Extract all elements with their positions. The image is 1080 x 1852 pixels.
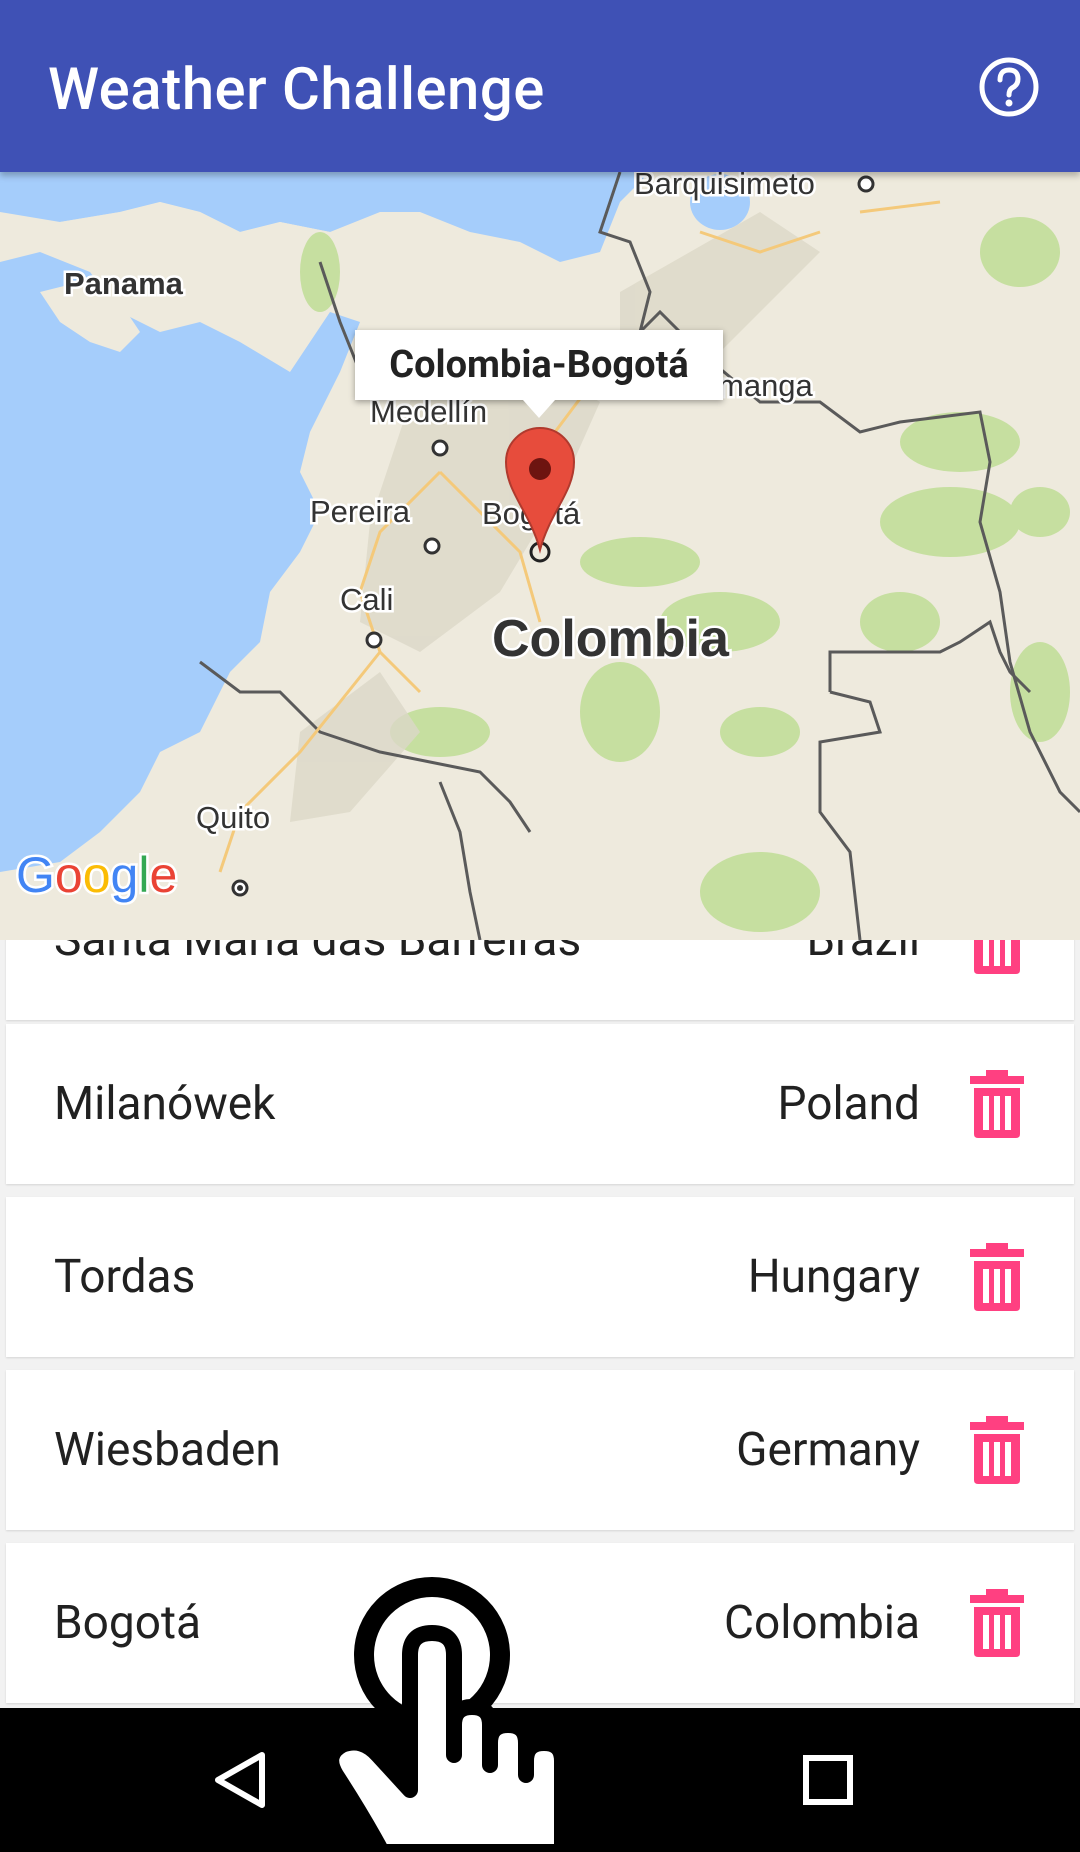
back-button[interactable] (140, 1708, 340, 1852)
map-label-pereira: Pereira (310, 494, 411, 529)
city-name: Santa Maria das Barreiras (54, 940, 582, 967)
city-name: Bogotá (54, 1596, 202, 1650)
city-name: Wiesbaden (54, 1423, 281, 1477)
country-name: Poland (777, 1077, 920, 1131)
list-item[interactable]: Santa Maria das Barreiras Brazil (6, 940, 1074, 1020)
google-logo: Google (14, 845, 180, 906)
map-label-quito: Quito (196, 800, 270, 835)
country-name: Germany (736, 1423, 920, 1477)
country-name: Colombia (724, 1596, 920, 1650)
recents-square-icon (803, 1755, 853, 1805)
app-title: Weather Challenge (48, 56, 545, 124)
svg-text:Google: Google (16, 847, 177, 903)
trash-icon[interactable] (968, 1587, 1026, 1659)
city-name: Milanówek (54, 1077, 276, 1131)
touch-hand-icon (323, 1577, 570, 1852)
map-label-bucaramanga: manga (718, 368, 814, 403)
back-triangle-icon (215, 1752, 265, 1808)
list-item[interactable]: Milanówek Poland (6, 1024, 1074, 1184)
list-item[interactable]: Tordas Hungary (6, 1197, 1074, 1357)
map-canvas: Barquisimeto Panama manga Medellín Perei… (0, 172, 1080, 940)
trash-icon[interactable] (968, 940, 1026, 976)
country-name: Hungary (747, 1250, 920, 1304)
map-view[interactable]: Barquisimeto Panama manga Medellín Perei… (0, 172, 1080, 940)
list-item[interactable]: Wiesbaden Germany (6, 1370, 1074, 1530)
country-name: Brazil (806, 940, 920, 967)
map-label-barquisimeto: Barquisimeto (634, 172, 815, 201)
map-label-cali: Cali (340, 582, 393, 617)
help-circle-icon[interactable] (978, 56, 1040, 118)
city-name: Tordas (54, 1250, 196, 1304)
trash-icon[interactable] (968, 1414, 1026, 1486)
map-label-panama: Panama (64, 266, 184, 301)
app-bar: Weather Challenge (0, 0, 1080, 172)
map-label-colombia: Colombia (492, 610, 730, 668)
info-window[interactable]: Colombia-Bogotá (355, 330, 723, 418)
trash-icon[interactable] (968, 1241, 1026, 1313)
trash-icon[interactable] (968, 1068, 1026, 1140)
recents-button[interactable] (728, 1708, 928, 1852)
